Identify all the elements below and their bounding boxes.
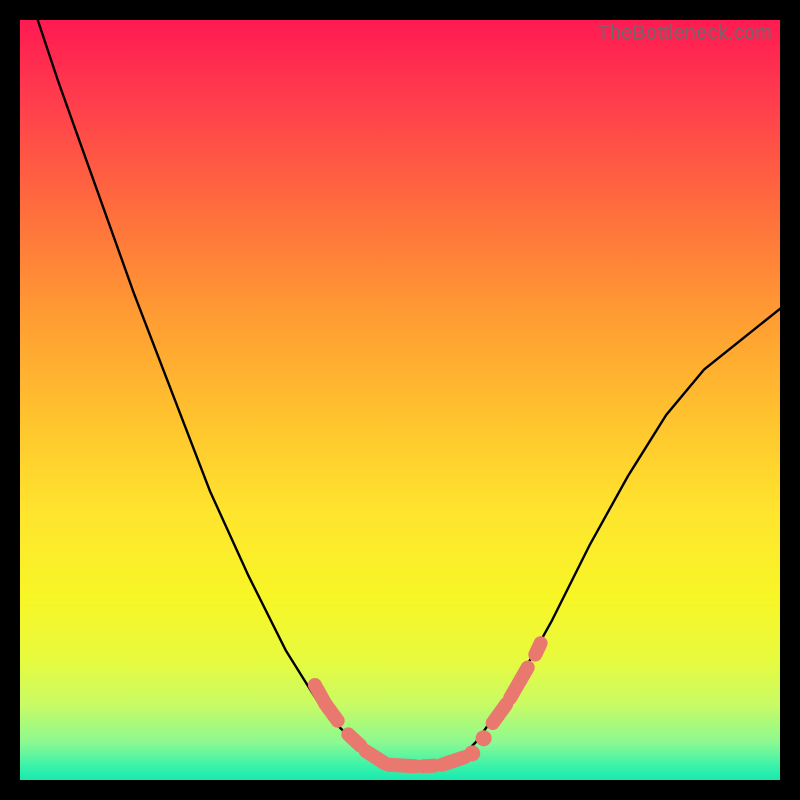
curve-layer [20,20,780,780]
chart-frame: TheBottleneck.com [0,0,800,800]
watermark-text: TheBottleneck.com [597,22,772,45]
bottleneck-curve [20,20,780,765]
plot-area: TheBottleneck.com [20,20,780,780]
marker-overlay [315,643,541,766]
